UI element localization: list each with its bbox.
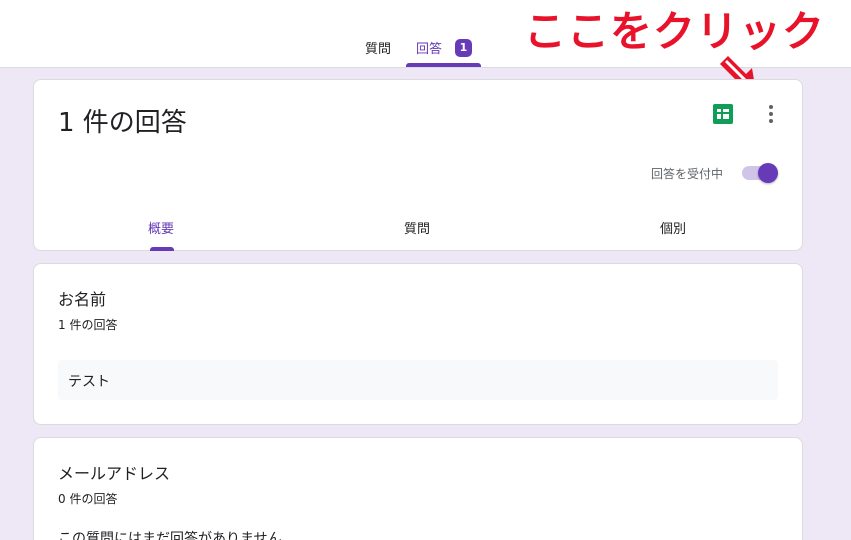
active-subtab-indicator — [150, 247, 174, 251]
response-count-title: 1 件の回答 — [58, 108, 187, 138]
no-answer-message: この質問にはまだ回答がありません — [58, 531, 282, 540]
subtab-overview[interactable]: 概要 — [148, 218, 174, 237]
tab-responses[interactable]: 回答 — [416, 38, 442, 57]
more-vert-icon[interactable] — [761, 102, 781, 126]
question-response-count: 0 件の回答 — [58, 492, 118, 506]
accepting-responses-label: 回答を受付中 — [651, 167, 724, 181]
accepting-responses-toggle[interactable] — [740, 162, 780, 184]
question-card-name: お名前 1 件の回答 テスト — [33, 263, 803, 425]
question-title: お名前 — [58, 290, 107, 309]
question-response-count: 1 件の回答 — [58, 318, 118, 332]
question-card-email: メールアドレス 0 件の回答 この質問にはまだ回答がありません — [33, 437, 803, 540]
question-title: メールアドレス — [58, 464, 171, 483]
answer-text: テスト — [68, 374, 110, 390]
subtab-questions[interactable]: 質問 — [404, 218, 430, 237]
answer-item: テスト — [58, 360, 778, 400]
subtab-individual[interactable]: 個別 — [660, 218, 686, 237]
responses-summary-card: 1 件の回答 回答を受付中 概要 質問 個別 — [33, 79, 803, 251]
responses-count-badge: 1 — [455, 39, 472, 57]
annotation-label: ここをクリック — [524, 7, 826, 56]
active-tab-indicator — [406, 63, 481, 67]
tab-questions[interactable]: 質問 — [365, 38, 391, 57]
google-sheets-icon[interactable] — [713, 104, 733, 124]
